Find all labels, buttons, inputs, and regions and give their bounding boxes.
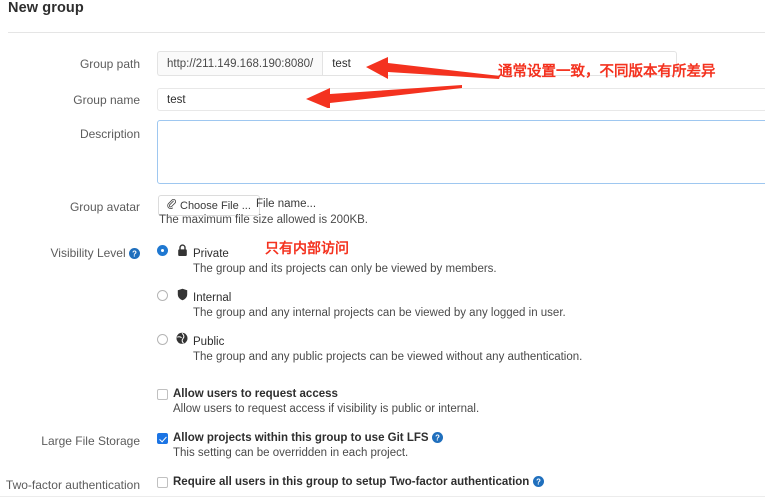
visibility-radio-internal[interactable] [157,290,168,301]
allow-request-access-description: Allow users to request access if visibil… [173,403,480,415]
visibility-radio-private[interactable] [157,245,168,256]
group-avatar-label: Group avatar [69,200,140,214]
two-factor-checkbox-label: Require all users in this group to setup… [173,476,530,488]
group-path-prefix: http://211.149.168.190:8080/ [157,51,323,76]
bottom-divider [0,496,765,497]
visibility-private-title: Private [193,248,229,260]
git-lfs-label: Allow projects within this group to use … [173,432,429,444]
help-circle-icon[interactable]: ? [532,476,544,487]
svg-text:?: ? [536,477,541,486]
visibility-level-label-text: Visibility Level [50,246,126,260]
group-name-input[interactable] [157,88,765,111]
visibility-internal-description: The group and any internal projects can … [193,307,566,319]
file-name-text: File name... [256,198,317,210]
description-textarea[interactable] [157,120,765,184]
help-circle-icon[interactable]: ? [129,248,140,259]
two-factor-checkbox[interactable] [157,477,168,488]
globe-icon [176,332,188,350]
avatar-size-hint: The maximum file size allowed is 200KB. [159,214,368,226]
visibility-private-description: The group and its projects can only be v… [193,263,497,275]
visibility-level-label: Visibility Level ? [0,246,140,260]
group-path-label: Group path [79,57,140,71]
description-label: Description [79,127,140,141]
svg-text:?: ? [435,433,440,442]
two-factor-label: Two-factor authentication [5,478,140,492]
git-lfs-description: This setting can be overridden in each p… [173,447,409,459]
git-lfs-checkbox[interactable] [157,433,168,444]
svg-text:?: ? [132,249,137,258]
visibility-public-title: Public [193,336,225,348]
visibility-radio-public[interactable] [157,334,168,345]
new-group-page: New group Group path http://211.149.168.… [0,0,765,500]
annotation-path-note: 通常设置一致，不同版本有所差异 [498,64,716,80]
two-factor-label-wrap: Require all users in this group to setup… [173,476,544,488]
page-title: New group [8,0,84,16]
annotation-visibility-note: 只有内部访问 [265,241,349,257]
git-lfs-label-wrap: Allow projects within this group to use … [173,432,443,444]
visibility-public-description: The group and any public projects can be… [193,351,583,363]
choose-file-button[interactable]: Choose File ... [158,195,260,216]
visibility-internal-title: Internal [193,292,232,304]
header-divider [8,32,765,33]
allow-request-access-checkbox[interactable] [157,389,168,400]
large-file-storage-label: Large File Storage [41,434,140,448]
paperclip-icon [167,199,176,212]
shield-icon [177,288,188,306]
lock-icon [177,244,188,262]
help-circle-icon[interactable]: ? [431,432,443,443]
allow-request-access-label: Allow users to request access [173,388,338,400]
group-name-label: Group name [73,93,140,107]
choose-file-label: Choose File ... [180,199,251,212]
